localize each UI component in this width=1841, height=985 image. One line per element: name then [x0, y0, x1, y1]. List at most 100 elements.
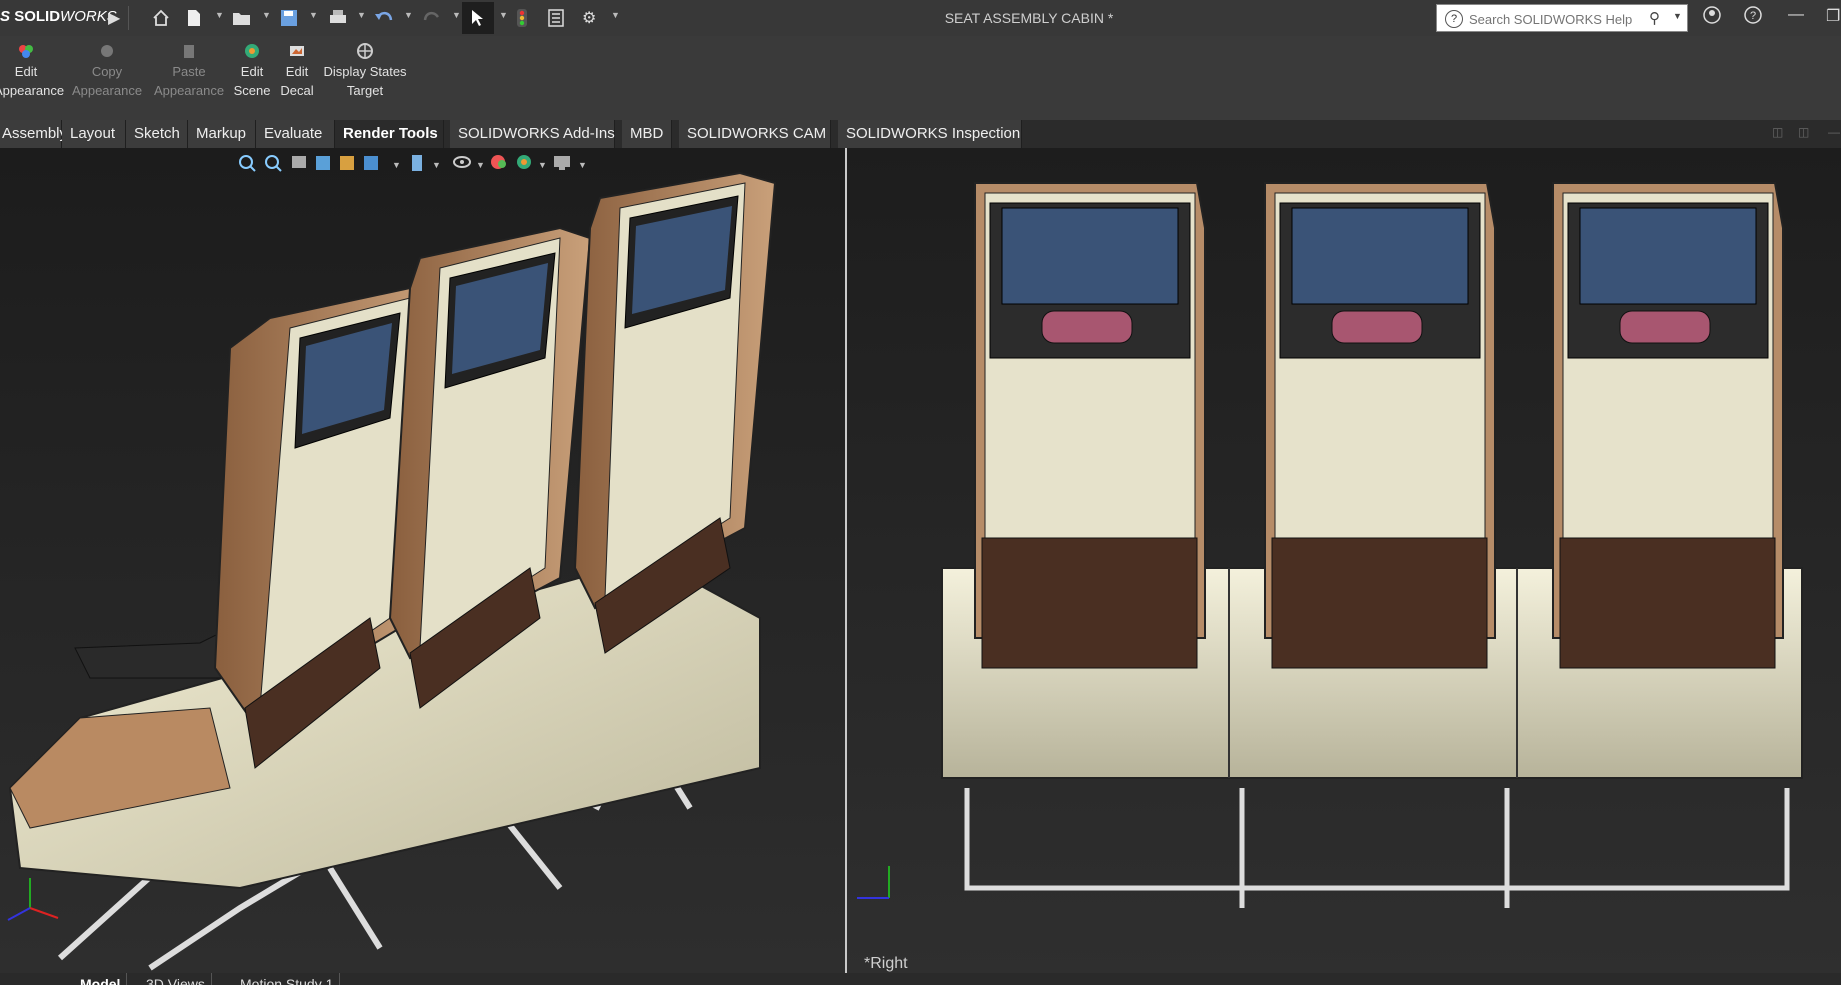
home-icon[interactable] — [152, 8, 170, 28]
display-style-icon[interactable] — [412, 155, 422, 171]
zoom-to-area-icon[interactable] — [265, 155, 282, 172]
edit-appearance-button[interactable]: Edit Appearance — [0, 42, 64, 100]
tab-render-tools[interactable]: Render Tools — [335, 120, 444, 148]
help-search-box[interactable]: ? ⚲ ▼ — [1436, 4, 1688, 32]
copy-appearance-icon — [101, 45, 113, 57]
heads-up-view-toolbar: ▼ ▼ ▼ ▼ ▼ — [236, 152, 596, 174]
display-states-target-button[interactable]: Display States Target — [320, 42, 410, 100]
edit-decal-button[interactable]: Edit Decal — [278, 42, 316, 100]
section-view-icon[interactable] — [316, 156, 330, 170]
coordinate-triad-left — [7, 878, 59, 921]
graphics-viewport-isometric[interactable] — [0, 148, 845, 973]
hide-show-dropdown-icon[interactable]: ▼ — [476, 160, 485, 170]
print-icon[interactable] — [328, 8, 348, 28]
logo-prefix: S — [0, 8, 15, 25]
tab-solidworks-add-ins[interactable]: SOLIDWORKS Add-Ins — [450, 120, 615, 148]
select-arrow-icon[interactable] — [470, 8, 484, 28]
print-dropdown-icon[interactable]: ▼ — [357, 10, 366, 20]
options-dropdown-icon[interactable]: ▼ — [611, 10, 620, 20]
solidworks-logo[interactable]: S SOLIDWORKS — [0, 8, 117, 25]
edit-scene-button[interactable]: Edit Scene — [232, 42, 272, 100]
open-folder-icon[interactable] — [232, 8, 252, 28]
edit-appearance-icon — [19, 45, 33, 58]
edit-appearance-hud-icon[interactable] — [491, 155, 506, 169]
edit-appearance-label-2: Appearance — [0, 83, 65, 98]
gear-icon[interactable]: ⚙ — [582, 8, 596, 28]
viewport-tile-icon[interactable]: ◫ — [1772, 125, 1783, 139]
edit-decal-icon — [290, 46, 304, 56]
help-search-input[interactable] — [1467, 8, 1641, 30]
search-icon[interactable]: ⚲ — [1649, 9, 1660, 27]
viewport-split-icon[interactable]: ◫ — [1798, 125, 1809, 139]
tab-solidworks-cam[interactable]: SOLIDWORKS CAM — [679, 120, 831, 148]
tab-solidworks-inspection[interactable]: SOLIDWORKS Inspection — [838, 120, 1022, 148]
edit-decal-label-2: Decal — [280, 83, 314, 98]
view-orientation-icon[interactable] — [364, 156, 378, 170]
tab-sketch[interactable]: Sketch — [126, 120, 188, 148]
save-icon[interactable] — [280, 8, 298, 28]
help-icon[interactable]: ? — [1744, 6, 1762, 29]
seat-frame — [964, 788, 1790, 908]
apply-scene-dropdown-icon[interactable]: ▼ — [538, 160, 547, 170]
display-style-dropdown-icon[interactable]: ▼ — [432, 160, 441, 170]
minimize-icon[interactable]: — — [1788, 6, 1804, 24]
question-icon: ? — [1445, 10, 1463, 28]
seat-back-right-2 — [1264, 182, 1496, 669]
copy-appearance-label-1: Copy — [91, 64, 123, 79]
tab-motion-study-1[interactable]: Motion Study 1 — [234, 973, 341, 985]
edit-scene-label-2: Scene — [233, 83, 271, 98]
view-settings-icon[interactable] — [554, 156, 570, 170]
display-states-label-2: Target — [346, 83, 384, 98]
tab-model[interactable]: Model — [74, 973, 128, 985]
undo-icon[interactable] — [374, 8, 394, 28]
new-dropdown-icon[interactable]: ▼ — [215, 10, 224, 20]
file-properties-icon[interactable] — [548, 8, 564, 28]
tab-layout[interactable]: Layout — [62, 120, 126, 148]
user-account-icon[interactable] — [1703, 6, 1721, 29]
tab-mbd[interactable]: MBD — [622, 120, 672, 148]
coordinate-triad-right — [857, 866, 890, 899]
hide-show-items-icon[interactable] — [453, 156, 471, 168]
graphics-viewport-right[interactable] — [847, 148, 1841, 973]
view-orientation-label: *Right — [864, 955, 908, 972]
undo-dropdown-icon[interactable]: ▼ — [404, 10, 413, 20]
copy-appearance-button[interactable]: Copy Appearance — [68, 42, 146, 100]
apply-scene-icon[interactable] — [517, 155, 531, 169]
svg-text:?: ? — [1750, 10, 1756, 22]
edit-scene-icon — [245, 44, 259, 58]
seat-back-right-1 — [974, 182, 1206, 669]
tab-evaluate[interactable]: Evaluate — [256, 120, 335, 148]
seat-back-right-3 — [1552, 182, 1784, 669]
play-icon[interactable]: ▶ — [108, 8, 120, 28]
copy-appearance-label-2: Appearance — [71, 83, 143, 98]
dynamic-annotation-icon[interactable] — [340, 156, 354, 170]
tab-markup[interactable]: Markup — [188, 120, 256, 148]
tab-3d-views[interactable]: 3D Views — [140, 973, 212, 985]
zoom-to-fit-icon[interactable] — [239, 155, 256, 172]
title-bar: S SOLIDWORKS ▶ ▼ ▼ ▼ ▼ ▼ ▼ ▼ ⚙ ▼ SEAT AS… — [0, 0, 1841, 36]
viewport-minimize-icon[interactable]: — — [1828, 125, 1840, 139]
open-dropdown-icon[interactable]: ▼ — [262, 10, 271, 20]
paste-appearance-button[interactable]: Paste Appearance — [150, 42, 228, 100]
tab-assembly[interactable]: Assembly — [0, 120, 67, 148]
view-settings-dropdown-icon[interactable]: ▼ — [578, 160, 587, 170]
toolbar-divider — [128, 6, 129, 30]
restore-icon[interactable]: ❐ — [1826, 6, 1840, 26]
search-dropdown-icon[interactable]: ▼ — [1673, 11, 1682, 21]
save-dropdown-icon[interactable]: ▼ — [309, 10, 318, 20]
edit-appearance-label-1: Edit — [14, 64, 38, 79]
traffic-light-icon[interactable] — [516, 8, 528, 28]
select-dropdown-icon[interactable]: ▼ — [499, 10, 508, 20]
previous-view-icon[interactable] — [292, 156, 306, 168]
new-document-icon[interactable] — [186, 8, 202, 28]
paste-appearance-label-2: Appearance — [153, 83, 225, 98]
seat-assembly-isometric-model — [7, 171, 777, 971]
view-orientation-dropdown-icon[interactable]: ▼ — [392, 160, 401, 170]
redo-icon[interactable] — [422, 8, 442, 28]
command-manager-ribbon: Edit Appearance Copy Appearance Paste Ap… — [0, 36, 1841, 120]
display-states-icon — [357, 43, 373, 59]
seat-assembly-right-view-model — [857, 182, 1803, 908]
redo-dropdown-icon[interactable]: ▼ — [452, 10, 461, 20]
paste-appearance-label-1: Paste — [172, 64, 206, 79]
command-tabs: Assembly Layout Sketch Markup Evaluate R… — [0, 120, 1841, 148]
